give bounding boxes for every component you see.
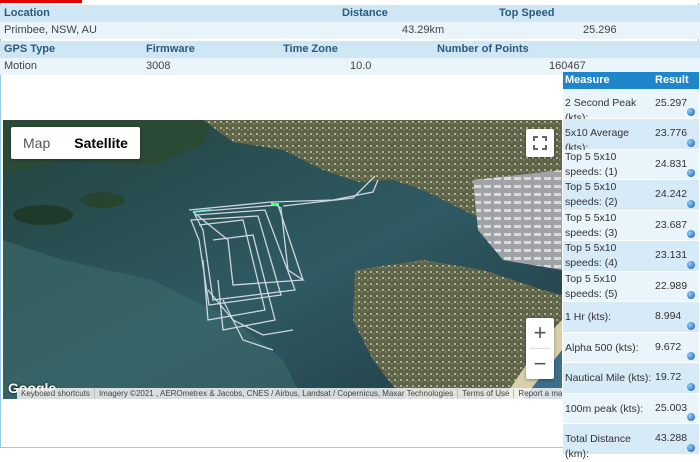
results-table: Measure Result 2 Second Peak (kts): 25.2…: [563, 72, 699, 460]
globe-icon[interactable]: [687, 139, 695, 147]
satellite-map[interactable]: [3, 120, 562, 399]
results-header: Measure Result: [563, 72, 699, 89]
zoom-control: + −: [526, 318, 554, 379]
result-row: 1 Hr (kts): 8.994: [563, 302, 699, 333]
summary-value-row-1: Primbee, NSW, AU 43.29km 25.296: [0, 22, 700, 39]
measure-label: 1 Hr (kts):: [565, 311, 612, 323]
result-row: Top 5 5x10 speeds: (4) 23.131: [563, 241, 699, 272]
globe-icon[interactable]: [687, 444, 695, 452]
gps-type-value: Motion: [4, 60, 38, 72]
zoom-in-button[interactable]: +: [526, 318, 554, 348]
result-value: 23.687: [655, 219, 688, 231]
gps-type-header: GPS Type: [4, 43, 56, 55]
globe-icon[interactable]: [687, 200, 695, 208]
imagery-credit: Imagery ©2021 , AEROmetrex & Jacobs, CNE…: [93, 389, 457, 398]
result-value: 25.297: [655, 97, 688, 109]
result-row: Alpha 500 (kts): 9.672: [563, 333, 699, 363]
globe-icon[interactable]: [687, 352, 695, 360]
time-zone-header: Time Zone: [283, 43, 338, 55]
measure-label: Top 5 5x10 speeds: (2): [565, 181, 618, 208]
result-value: 9.672: [655, 341, 682, 353]
location-value: Primbee, NSW, AU: [4, 24, 97, 36]
points-value: 160467: [549, 60, 586, 72]
fullscreen-icon: [533, 136, 547, 150]
result-value: 22.989: [655, 280, 688, 292]
result-value: 24.242: [655, 188, 688, 200]
result-value: 24.831: [655, 158, 688, 170]
measure-label: Top 5 5x10 speeds: (5): [565, 273, 618, 300]
result-row: Top 5 5x10 speeds: (5) 22.989: [563, 272, 699, 302]
result-row: 100m peak (kts): 25.003: [563, 394, 699, 424]
map-imagery: [3, 120, 562, 399]
top-speed-value: 25.296: [583, 24, 617, 36]
result-value: 8.994: [655, 310, 682, 322]
globe-icon[interactable]: [687, 322, 695, 330]
summary-header-row-2: GPS Type Firmware Time Zone Number of Po…: [0, 41, 700, 58]
results-rows: 2 Second Peak (kts): 25.297 5x10 Average…: [563, 89, 699, 460]
globe-icon[interactable]: [687, 261, 695, 269]
result-value: 25.003: [655, 402, 688, 414]
globe-icon[interactable]: [687, 169, 695, 177]
fullscreen-button[interactable]: [526, 129, 554, 157]
firmware-value: 3008: [146, 60, 171, 72]
distance-value: 43.29km: [402, 24, 445, 36]
points-header: Number of Points: [437, 43, 529, 55]
keyboard-shortcuts-link[interactable]: Keyboard shortcuts: [17, 389, 94, 398]
terms-of-use-link[interactable]: Terms of Use: [457, 389, 513, 398]
zoom-out-button[interactable]: −: [526, 349, 554, 379]
result-row: Top 5 5x10 speeds: (2) 24.242: [563, 180, 699, 211]
map-button[interactable]: Map: [11, 127, 62, 159]
result-row: Total Distance (km): 43.288: [563, 424, 699, 460]
measure-label: Top 5 5x10 speeds: (3): [565, 212, 618, 239]
result-row: Top 5 5x10 speeds: (1) 24.831: [563, 150, 699, 180]
result-row: 2 Second Peak (kts): 25.297: [563, 89, 699, 124]
satellite-button[interactable]: Satellite: [62, 127, 140, 159]
measure-header: Measure: [565, 74, 610, 86]
globe-icon[interactable]: [687, 291, 695, 299]
distance-header: Distance: [342, 7, 388, 19]
result-value: 19.72: [655, 371, 682, 383]
globe-icon[interactable]: [687, 108, 695, 116]
measure-label: 100m peak (kts):: [565, 403, 644, 415]
result-value: 43.288: [655, 432, 688, 444]
map-type-control: Map Satellite: [11, 127, 140, 159]
globe-icon[interactable]: [687, 383, 695, 391]
result-header: Result: [655, 74, 689, 86]
globe-icon[interactable]: [687, 230, 695, 238]
top-speed-header: Top Speed: [499, 7, 555, 19]
summary-header-row-1: Location Distance Top Speed: [0, 5, 700, 22]
measure-label: Total Distance (km):: [565, 433, 631, 460]
result-value: 23.131: [655, 249, 688, 261]
result-row: Nautical Mile (kts): 19.72: [563, 363, 699, 394]
globe-icon[interactable]: [687, 413, 695, 421]
measure-label: Top 5 5x10 speeds: (4): [565, 242, 618, 269]
result-row: 5x10 Average (kts): 23.776: [563, 119, 699, 154]
result-value: 23.776: [655, 127, 688, 139]
result-row: Top 5 5x10 speeds: (3) 23.687: [563, 211, 699, 241]
time-zone-value: 10.0: [350, 60, 372, 72]
measure-label: Nautical Mile (kts):: [565, 372, 652, 384]
location-header: Location: [4, 7, 50, 19]
firmware-header: Firmware: [146, 43, 195, 55]
measure-label: Alpha 500 (kts):: [565, 342, 639, 354]
measure-label: Top 5 5x10 speeds: (1): [565, 151, 618, 178]
map-attribution: Keyboard shortcuts Imagery ©2021 , AEROm…: [17, 388, 591, 399]
